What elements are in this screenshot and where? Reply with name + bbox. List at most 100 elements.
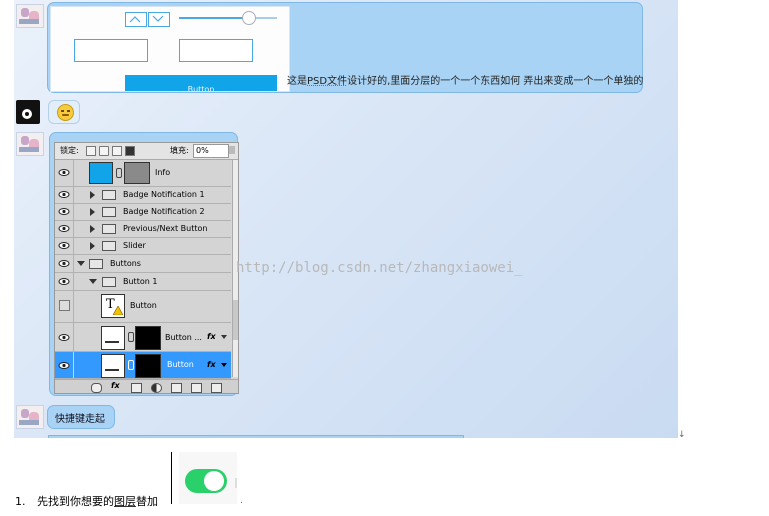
new-layer-icon[interactable] — [191, 383, 202, 393]
visibility-eye-icon[interactable] — [58, 241, 70, 250]
user-avatar-2[interactable] — [16, 132, 44, 156]
effects-arrow-icon[interactable] — [221, 335, 227, 339]
toggle-switch-on[interactable] — [185, 469, 227, 493]
psd-link[interactable]: PSD文件 — [307, 76, 347, 87]
add-style-icon[interactable]: fx — [111, 381, 120, 390]
contact-avatar[interactable] — [16, 100, 40, 124]
expand-arrow-icon[interactable] — [90, 225, 95, 233]
fx-icon[interactable]: fx — [207, 332, 216, 341]
chat-bubble-emoji — [48, 100, 80, 124]
visibility-eye-icon[interactable] — [58, 168, 70, 177]
visibility-eye-icon[interactable] — [58, 259, 70, 268]
layer-row-button-text[interactable]: T Button — [55, 291, 231, 323]
layer-row-info[interactable]: Info — [55, 160, 231, 187]
numbered-list-item: 1. 先找到你想要的图层替加 — [15, 495, 158, 508]
layer-thumbnail — [101, 354, 125, 378]
folder-icon — [102, 241, 116, 251]
link-icon — [116, 168, 122, 178]
expand-arrow-icon[interactable] — [90, 208, 95, 216]
collapse-arrow-icon[interactable] — [89, 279, 97, 284]
folder-icon — [89, 259, 103, 269]
fill-label: 填充: — [170, 146, 189, 155]
layer-row-button-selected[interactable]: Button fx — [55, 352, 231, 379]
expand-arrow-icon[interactable] — [90, 242, 95, 250]
chat-bubble-partial — [48, 435, 464, 438]
collapse-arrow-icon[interactable] — [77, 261, 85, 266]
smile-emoji-icon — [57, 104, 74, 121]
mock-button: Button — [125, 75, 277, 91]
message-text: 快捷键走起 — [55, 414, 105, 425]
layer-name: Button ... — [165, 333, 202, 342]
lock-transparent-icon[interactable] — [86, 146, 96, 156]
list-number: 1. — [15, 495, 26, 508]
folder-icon — [102, 190, 116, 200]
folder-icon — [102, 224, 116, 234]
trailing-dot: . — [240, 496, 243, 506]
visibility-eye-icon[interactable] — [58, 207, 70, 216]
layer-row-previous-next-button[interactable]: Previous/Next Button — [55, 221, 231, 238]
photoshop-layers-panel: 锁定: 填充: 0% Info Badge Notification 1 Bad… — [54, 142, 239, 394]
layer-row-buttons[interactable]: Buttons — [55, 255, 231, 273]
chat-area: Button 这是PSD文件设计好的,里面分层的一个一个东西如何 弄出来变成一个… — [14, 0, 678, 438]
layer-row-button-1[interactable]: Button 1 — [55, 273, 231, 291]
message-text: 这是PSD文件设计好的,里面分层的一个一个东西如何 弄出来变成一个一个单独的 — [287, 76, 644, 87]
up-arrow-icon — [125, 12, 147, 27]
chat-bubble-text: 快捷键走起 — [47, 405, 115, 429]
vector-mask-thumbnail — [135, 354, 161, 378]
mock-input-left — [74, 39, 148, 62]
layer-row-button-shape[interactable]: Button ... fx — [55, 323, 231, 352]
visibility-eye-icon[interactable] — [58, 277, 70, 286]
fill-dropdown-arrow-icon[interactable] — [229, 146, 235, 154]
vector-mask-thumbnail — [135, 326, 161, 350]
lock-move-icon[interactable] — [112, 146, 122, 156]
link-layers-icon[interactable] — [91, 383, 102, 393]
adjustment-layer-icon[interactable] — [151, 383, 162, 393]
layer-name: Button — [130, 301, 157, 310]
fx-icon[interactable]: fx — [207, 360, 216, 369]
link-icon — [128, 332, 134, 342]
visibility-toggle-empty[interactable] — [59, 300, 70, 311]
layer-word: 图层 — [114, 495, 136, 508]
visibility-eye-icon[interactable] — [58, 333, 70, 342]
add-mask-icon[interactable] — [131, 383, 142, 393]
visibility-eye-icon[interactable] — [58, 224, 70, 233]
new-group-icon[interactable] — [171, 383, 182, 393]
folder-icon — [102, 207, 116, 217]
layer-name: Button — [167, 360, 194, 369]
layer-mask-thumbnail — [124, 162, 150, 184]
effects-arrow-icon[interactable] — [221, 363, 227, 367]
layer-name: Buttons — [110, 259, 141, 268]
layer-thumbnail — [89, 162, 113, 184]
watermark-url: http://blog.csdn.net/zhangxiaowei_ — [236, 260, 523, 276]
lock-label: 锁定: — [60, 146, 79, 155]
text-layer-thumbnail-icon: T — [101, 294, 125, 318]
toggle-image — [179, 452, 237, 504]
design-preview-image: Button — [50, 6, 290, 92]
layer-name: Button 1 — [123, 277, 158, 286]
visibility-eye-icon[interactable] — [58, 190, 70, 199]
visibility-eye-icon[interactable] — [58, 361, 70, 370]
layer-name: Slider — [123, 241, 146, 250]
layer-name: Info — [155, 168, 171, 177]
layer-name: Badge Notification 2 — [123, 207, 205, 216]
text-cursor — [171, 452, 172, 504]
user-avatar[interactable] — [16, 4, 44, 28]
user-avatar-3[interactable] — [16, 405, 44, 429]
link-icon — [128, 360, 134, 370]
down-arrow-icon — [148, 12, 170, 27]
delete-layer-icon[interactable] — [211, 383, 222, 393]
fill-input[interactable]: 0% — [193, 144, 229, 158]
expand-arrow-icon[interactable] — [90, 191, 95, 199]
folder-icon — [102, 277, 116, 287]
lock-bar: 锁定: 填充: 0% — [55, 143, 238, 160]
mock-input-right — [179, 39, 253, 62]
lock-all-icon[interactable] — [125, 146, 135, 156]
layer-name: Previous/Next Button — [123, 224, 208, 233]
layer-row-slider[interactable]: Slider — [55, 238, 231, 255]
slider-thumb — [242, 11, 256, 25]
paragraph-mark: ↓ — [678, 430, 686, 440]
layer-thumbnail — [101, 326, 125, 350]
layer-row-badge-notification-1[interactable]: Badge Notification 1 — [55, 187, 231, 204]
lock-brush-icon[interactable] — [99, 146, 109, 156]
layer-row-badge-notification-2[interactable]: Badge Notification 2 — [55, 204, 231, 221]
